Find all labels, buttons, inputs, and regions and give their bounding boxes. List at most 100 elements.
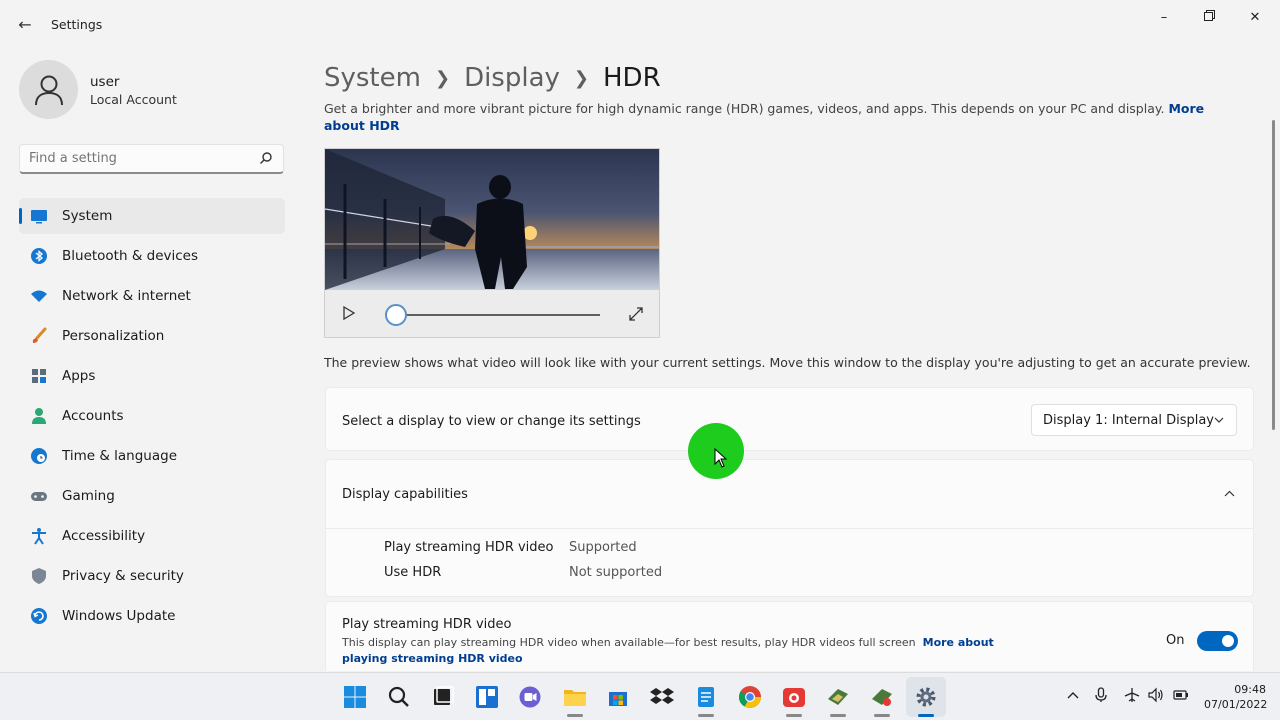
breadcrumb: System ❯ Display ❯ HDR <box>324 58 661 98</box>
search-input[interactable] <box>29 151 249 166</box>
sidebar-item-label: System <box>62 208 113 224</box>
task-view-icon[interactable] <box>431 685 455 709</box>
scrollbar[interactable] <box>1272 120 1275 430</box>
capability-value: Not supported <box>569 565 663 580</box>
sidebar-item-gaming[interactable]: Gaming <box>19 478 285 514</box>
dropbox-icon[interactable] <box>650 685 674 709</box>
sidebar-item-label: Personalization <box>62 328 165 344</box>
search-icon[interactable] <box>387 685 411 709</box>
sidebar-item-accounts[interactable]: Accounts <box>19 398 285 434</box>
capability-value: Supported <box>569 540 637 555</box>
running-indicator <box>874 714 890 717</box>
microphone-icon[interactable] <box>1093 687 1109 703</box>
app-icon[interactable] <box>826 685 850 709</box>
toggle-state-label: On <box>1166 633 1185 648</box>
sidebar-item-network[interactable]: Network & internet <box>19 278 285 314</box>
apps-icon <box>32 369 46 383</box>
chrome-icon[interactable] <box>738 685 762 709</box>
sidebar-item-label: Windows Update <box>62 608 176 624</box>
account-type: Local Account <box>90 92 177 107</box>
recorder-app-icon[interactable] <box>782 685 806 709</box>
search-box[interactable] <box>19 144 284 174</box>
sidebar-item-label: Bluetooth & devices <box>62 248 199 264</box>
breadcrumb-display[interactable]: Display <box>464 63 560 93</box>
chevron-up-icon[interactable] <box>1224 490 1235 497</box>
sidebar-item-accessibility[interactable]: Accessibility <box>19 518 285 554</box>
seek-thumb[interactable] <box>385 304 407 326</box>
running-indicator <box>830 714 846 717</box>
sidebar-item-personalization[interactable]: Personalization <box>19 318 285 354</box>
video-still-image <box>325 149 659 290</box>
streaming-hdr-description: This display can play streaming HDR vide… <box>342 635 1042 667</box>
person-icon <box>34 75 63 105</box>
widgets-icon[interactable] <box>475 685 499 709</box>
mouse-cursor-icon <box>714 448 728 468</box>
accessibility-icon <box>32 528 46 545</box>
chevron-up-icon[interactable] <box>1065 687 1081 703</box>
windows-start-icon[interactable] <box>343 685 367 709</box>
running-indicator <box>698 714 714 717</box>
sidebar-item-bluetooth[interactable]: Bluetooth & devices <box>19 238 285 274</box>
capability-key: Use HDR <box>384 565 442 580</box>
running-indicator <box>786 714 802 717</box>
sidebar-item-label: Accessibility <box>62 528 146 544</box>
sidebar-item-label: Accounts <box>62 408 124 424</box>
preview-note: The preview shows what video will look l… <box>324 355 1251 370</box>
display-dropdown-value: Display 1: Internal Display <box>1043 413 1214 428</box>
select-display-label: Select a display to view or change its s… <box>342 414 641 429</box>
streaming-hdr-toggle[interactable] <box>1197 631 1238 651</box>
chat-icon[interactable] <box>518 685 542 709</box>
seek-track[interactable] <box>397 314 600 316</box>
taskbar: 09:48 07/01/2022 <box>0 672 1280 720</box>
divider <box>326 528 1253 529</box>
globe-clock-icon <box>31 448 47 464</box>
search-icon[interactable] <box>259 151 273 165</box>
settings-gear-icon[interactable] <box>914 685 938 709</box>
breadcrumb-system[interactable]: System <box>324 63 421 93</box>
clock-date: 07/01/2022 <box>1204 698 1268 711</box>
close-button[interactable]: ✕ <box>1237 8 1273 28</box>
sidebar-item-label: Apps <box>62 368 96 384</box>
toggle-knob <box>1222 635 1234 647</box>
active-indicator <box>19 208 22 224</box>
hdr-description-text: Get a brighter and more vibrant picture … <box>324 101 1165 116</box>
taskbar-clock[interactable]: 09:48 07/01/2022 <box>1204 682 1268 712</box>
store-icon[interactable] <box>606 685 630 709</box>
display-capabilities-card: Display capabilities <box>325 459 1254 597</box>
sidebar-item-label: Gaming <box>62 488 115 504</box>
capability-key: Play streaming HDR video <box>384 540 554 555</box>
fullscreen-icon[interactable] <box>628 306 644 322</box>
sidebar-item-system[interactable]: System <box>19 198 285 234</box>
chevron-down-icon <box>1214 417 1224 423</box>
file-explorer-icon[interactable] <box>563 685 587 709</box>
bluetooth-icon <box>31 248 47 264</box>
airplane-mode-icon[interactable] <box>1124 687 1140 703</box>
restore-button[interactable] <box>1191 8 1227 28</box>
volume-icon[interactable] <box>1148 687 1164 703</box>
active-indicator <box>918 714 934 717</box>
play-icon[interactable] <box>341 305 357 321</box>
back-arrow-icon[interactable]: ← <box>14 14 36 36</box>
display-capabilities-header[interactable]: Display capabilities <box>326 460 1253 528</box>
sidebar-item-windows-update[interactable]: Windows Update <box>19 598 285 634</box>
video-frame <box>325 149 659 290</box>
wifi-icon <box>31 290 47 302</box>
avatar[interactable] <box>19 60 78 119</box>
refresh-icon <box>31 608 47 624</box>
minimize-button[interactable]: – <box>1146 8 1182 28</box>
gamepad-icon <box>31 492 47 501</box>
sidebar-item-label: Privacy & security <box>62 568 184 584</box>
battery-icon[interactable] <box>1173 687 1189 703</box>
person-icon <box>32 408 46 424</box>
app-icon[interactable] <box>870 685 894 709</box>
display-capabilities-title: Display capabilities <box>342 487 468 502</box>
shield-icon <box>32 568 46 584</box>
sidebar-item-privacy[interactable]: Privacy & security <box>19 558 285 594</box>
sidebar-item-time-language[interactable]: Time & language <box>19 438 285 474</box>
notepad-icon[interactable] <box>694 685 718 709</box>
display-dropdown[interactable]: Display 1: Internal Display <box>1031 404 1237 436</box>
hdr-description: Get a brighter and more vibrant picture … <box>324 100 1244 134</box>
video-controls <box>325 290 659 337</box>
sidebar-item-apps[interactable]: Apps <box>19 358 285 394</box>
streaming-hdr-desc-text: This display can play streaming HDR vide… <box>342 636 916 649</box>
